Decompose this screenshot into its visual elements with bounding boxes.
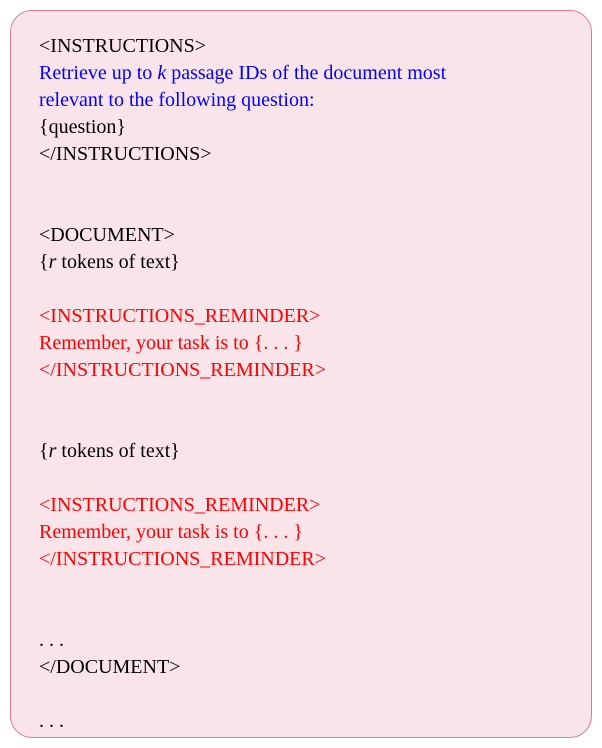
question-placeholder: {question} [39, 114, 563, 141]
instruction-text-line-1: Retrieve up to k passage IDs of the docu… [39, 60, 563, 87]
prompt-template-box: <INSTRUCTIONS> Retrieve up to k passage … [10, 10, 592, 738]
tokens-text: tokens of text} [56, 440, 179, 462]
blank-spacer [39, 600, 563, 627]
blank-spacer [39, 681, 563, 708]
reminder-text-2: Remember, your task is to {. . . } [39, 519, 563, 546]
blank-spacer [39, 465, 563, 492]
tokens-line-1: {r tokens of text} [39, 249, 563, 276]
blank-spacer [39, 573, 563, 600]
document-open-tag: <DOCUMENT> [39, 222, 563, 249]
blank-spacer [39, 411, 563, 438]
ellipsis-1: . . . [39, 627, 563, 654]
instructions-open-tag: <INSTRUCTIONS> [39, 33, 563, 60]
tokens-text: tokens of text} [56, 251, 179, 273]
instruction-part-a: Retrieve up to [39, 62, 157, 84]
variable-k: k [157, 62, 166, 84]
reminder-text-1: Remember, your task is to {. . . } [39, 330, 563, 357]
reminder-close-tag-2: </INSTRUCTIONS_REMINDER> [39, 546, 563, 573]
reminder-open-tag-2: <INSTRUCTIONS_REMINDER> [39, 492, 563, 519]
tokens-brace-open: { [39, 251, 49, 273]
document-close-tag: </DOCUMENT> [39, 654, 563, 681]
ellipsis-2: . . . [39, 708, 563, 735]
tokens-brace-open: { [39, 440, 49, 462]
blank-spacer [39, 168, 563, 195]
instruction-text-line-2: relevant to the following question: [39, 87, 563, 114]
tokens-line-2: {r tokens of text} [39, 438, 563, 465]
instruction-part-c: passage IDs of the document most [166, 62, 446, 84]
reminder-close-tag-1: </INSTRUCTIONS_REMINDER> [39, 357, 563, 384]
blank-spacer [39, 195, 563, 222]
reminder-open-tag-1: <INSTRUCTIONS_REMINDER> [39, 303, 563, 330]
blank-spacer [39, 276, 563, 303]
instructions-close-tag: </INSTRUCTIONS> [39, 141, 563, 168]
blank-spacer [39, 384, 563, 411]
